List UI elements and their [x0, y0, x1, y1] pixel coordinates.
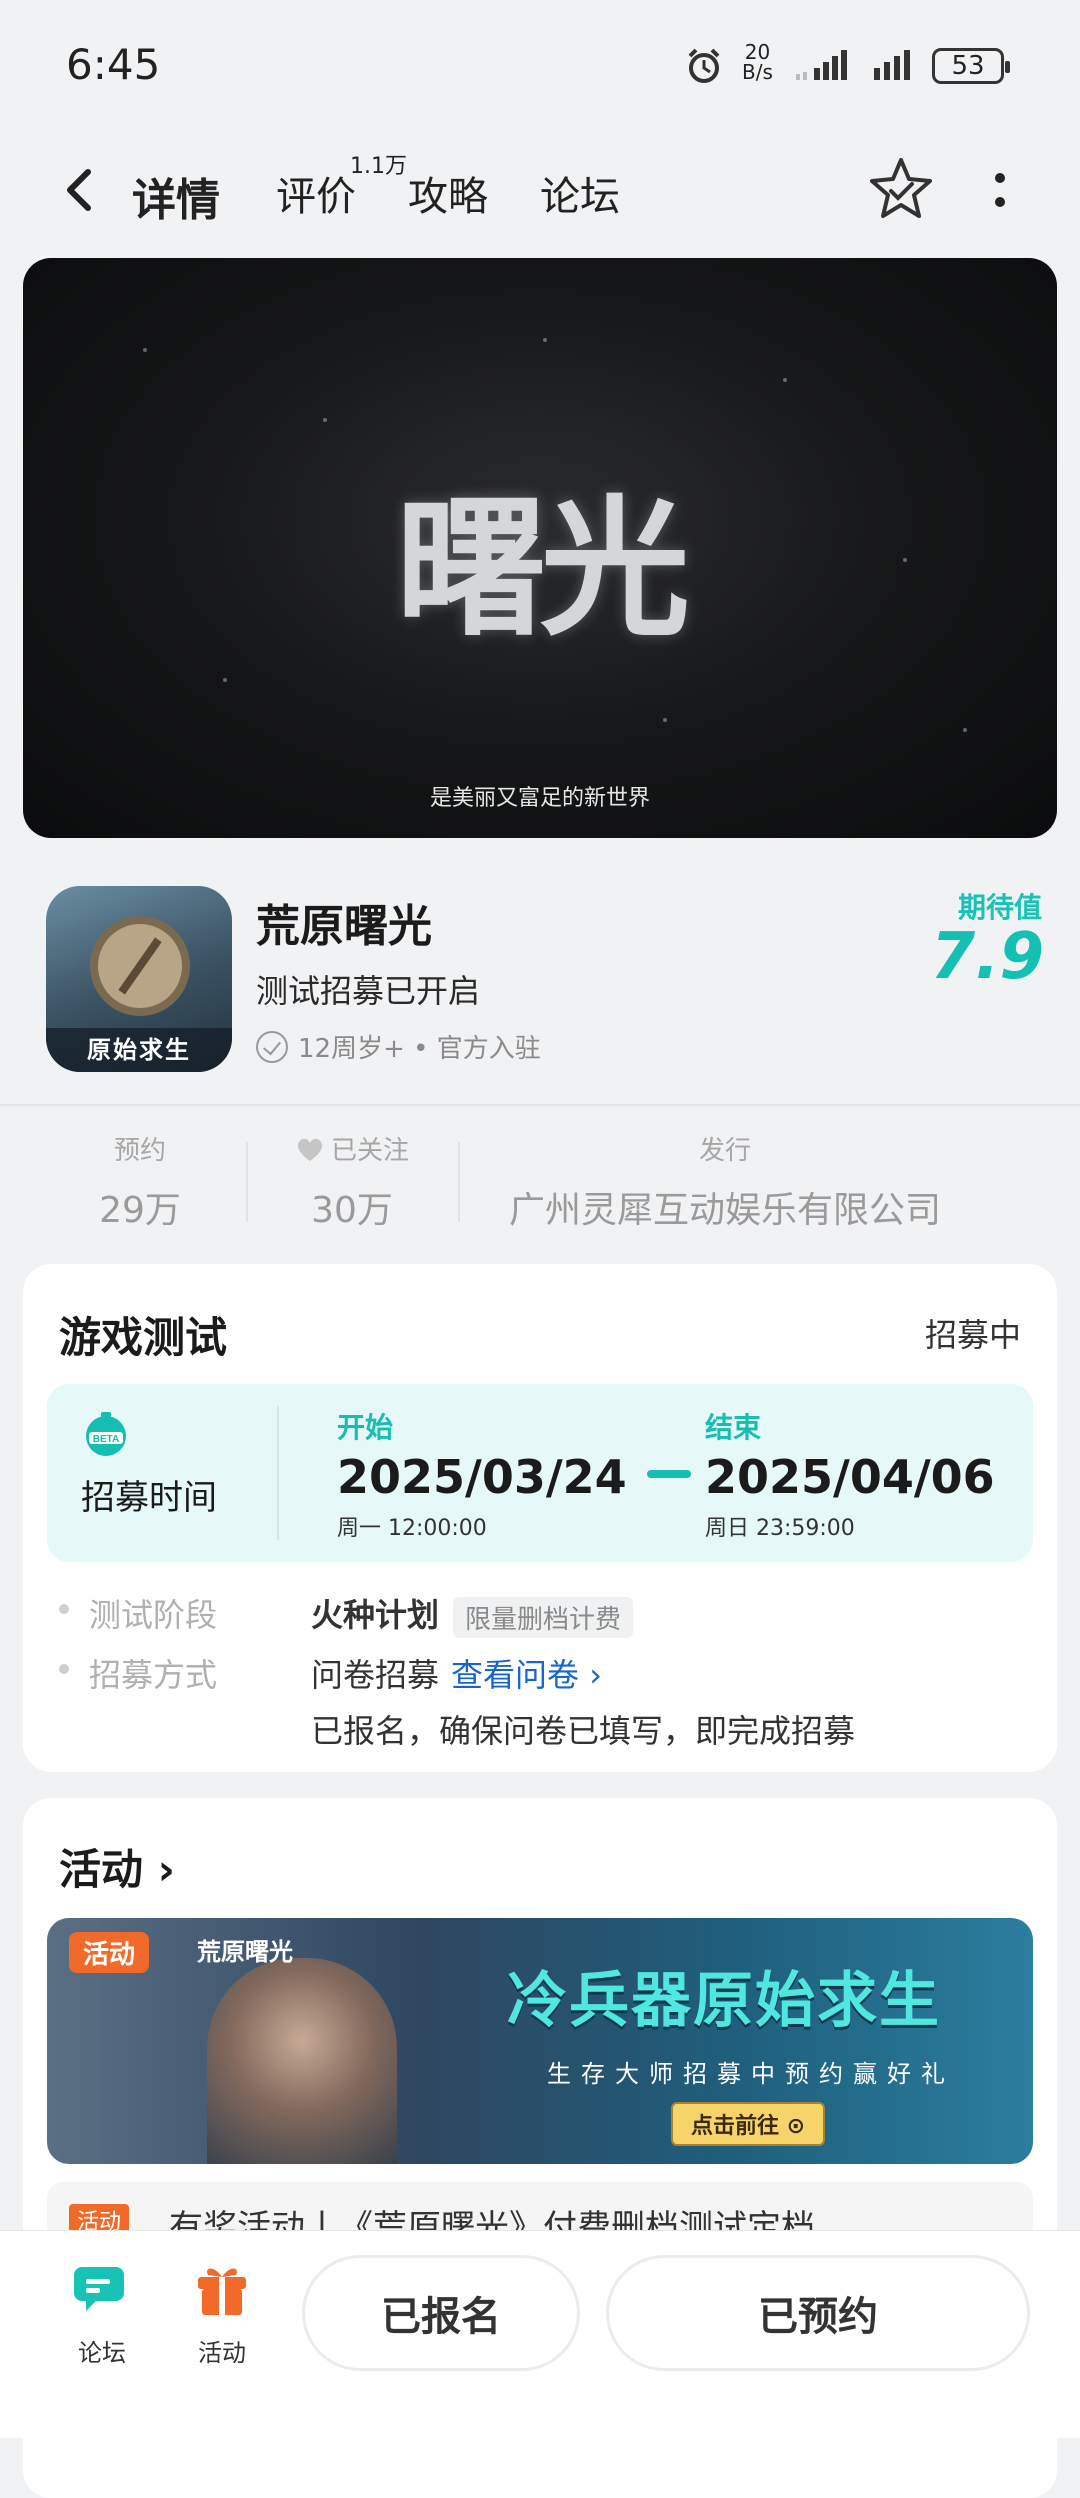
tab-guides[interactable]: 攻略: [408, 164, 488, 222]
tab-forum[interactable]: 论坛: [540, 164, 620, 222]
signal-icon: [796, 50, 847, 80]
activity-title[interactable]: 活动 ›: [59, 1836, 175, 1897]
forum-button[interactable]: 论坛: [52, 2259, 152, 2368]
game-info: 原始求生 荒原曙光 测试招募已开启 12周岁+ • 官方入驻 期待值 7.9: [0, 860, 1080, 1100]
heart-icon: [297, 1138, 323, 1161]
activity-headline: 冷兵器原始求生: [507, 1966, 941, 2036]
test-stage-row: 测试阶段 火种计划 限量删档计费: [59, 1590, 634, 1638]
verified-icon: [256, 1030, 288, 1063]
battery-indicator: 53: [932, 48, 1010, 84]
recruit-time-panel: BETA 招募时间 开始 2025/03/24 周一 12:00:00 结束 2…: [47, 1384, 1033, 1562]
test-card-state: 招募中: [924, 1316, 1021, 1354]
recruit-time-label: 招募时间: [81, 1478, 217, 1518]
arrow-icon: [647, 1470, 691, 1478]
tab-details[interactable]: 详情: [126, 164, 226, 228]
game-banner[interactable]: 曙光 是美丽又富足的新世界: [23, 258, 1057, 838]
banner-logo-text: 曙光: [395, 481, 690, 657]
stage-pill: 限量删档计费: [453, 1596, 634, 1638]
activity-button[interactable]: 活动: [172, 2259, 272, 2368]
forum-icon: [74, 2267, 124, 2311]
svg-text:BETA: BETA: [93, 1434, 119, 1445]
more-icon[interactable]: [980, 160, 1020, 220]
game-title: 荒原曙光: [256, 901, 432, 952]
banner-caption: 是美丽又富足的新世界: [429, 786, 650, 811]
stat-followers: 已关注 30万: [282, 1130, 422, 1233]
stat-publisher[interactable]: 发行 广州灵犀互动娱乐有限公司: [470, 1130, 980, 1233]
activity-subline: 生存大师招募中预约赢好礼: [547, 2060, 955, 2088]
status-bar: 6:45 20 B/s 53: [0, 0, 1080, 130]
expect-value: 7.9: [930, 920, 1044, 994]
app-icon-tag: 原始求生: [46, 1028, 232, 1072]
signal-icon-2: [874, 50, 910, 80]
end-block: 结束 2025/04/06 周日 23:59:00: [705, 1411, 995, 1541]
tab-reviews[interactable]: 评价: [276, 164, 356, 222]
star-check-icon[interactable]: [866, 154, 936, 224]
game-test-card: 游戏测试 招募中 BETA 招募时间 开始 2025/03/24 周一 12:0…: [23, 1264, 1057, 1772]
game-meta: 12周岁+ • 官方入驻: [256, 1028, 541, 1065]
go-button[interactable]: 点击前往 ⊙: [671, 2102, 826, 2146]
network-speed: 20 B/s: [742, 40, 773, 84]
back-icon[interactable]: [54, 160, 104, 220]
review-count-badge: 1.1万: [350, 154, 407, 179]
alarm-icon: [688, 48, 720, 83]
beta-icon: BETA: [86, 1412, 126, 1456]
character-figure: [207, 1958, 397, 2164]
test-card-title: 游戏测试: [59, 1313, 228, 1362]
bottom-action-bar: 论坛 活动 已报名 已预约: [0, 2230, 1080, 2438]
start-block: 开始 2025/03/24 周一 12:00:00: [337, 1411, 627, 1541]
activity-brand: 荒原曙光: [197, 1938, 293, 1966]
game-subtitle: 测试招募已开启: [256, 972, 481, 1010]
divider: [0, 1104, 1080, 1106]
recruit-method-row: 招募方式 问卷招募 查看问卷 › 已报名，确保问卷已填写，即完成招募: [59, 1650, 855, 1752]
reserved-button[interactable]: 已预约: [606, 2255, 1030, 2371]
stats-row: 预约 29万 已关注 30万 发行 广州灵犀互动娱乐有限公司: [0, 1120, 1080, 1240]
method-note: 已报名，确保问卷已填写，即完成招募: [311, 1712, 856, 1750]
view-survey-link[interactable]: 查看问卷 ›: [451, 1656, 602, 1694]
signed-up-button[interactable]: 已报名: [302, 2255, 580, 2371]
activity-tag: 活动: [69, 1932, 150, 1973]
stat-reservations: 预约 29万: [99, 1136, 181, 1231]
status-time: 6:45: [66, 40, 161, 89]
gift-icon: [198, 2268, 246, 2315]
game-app-icon[interactable]: 原始求生: [46, 886, 232, 1072]
activity-banner[interactable]: 活动 荒原曙光 冷兵器原始求生 生存大师招募中预约赢好礼 点击前往 ⊙: [47, 1918, 1033, 2164]
top-nav: 详情 评价 1.1万 攻略 论坛: [0, 130, 1080, 250]
